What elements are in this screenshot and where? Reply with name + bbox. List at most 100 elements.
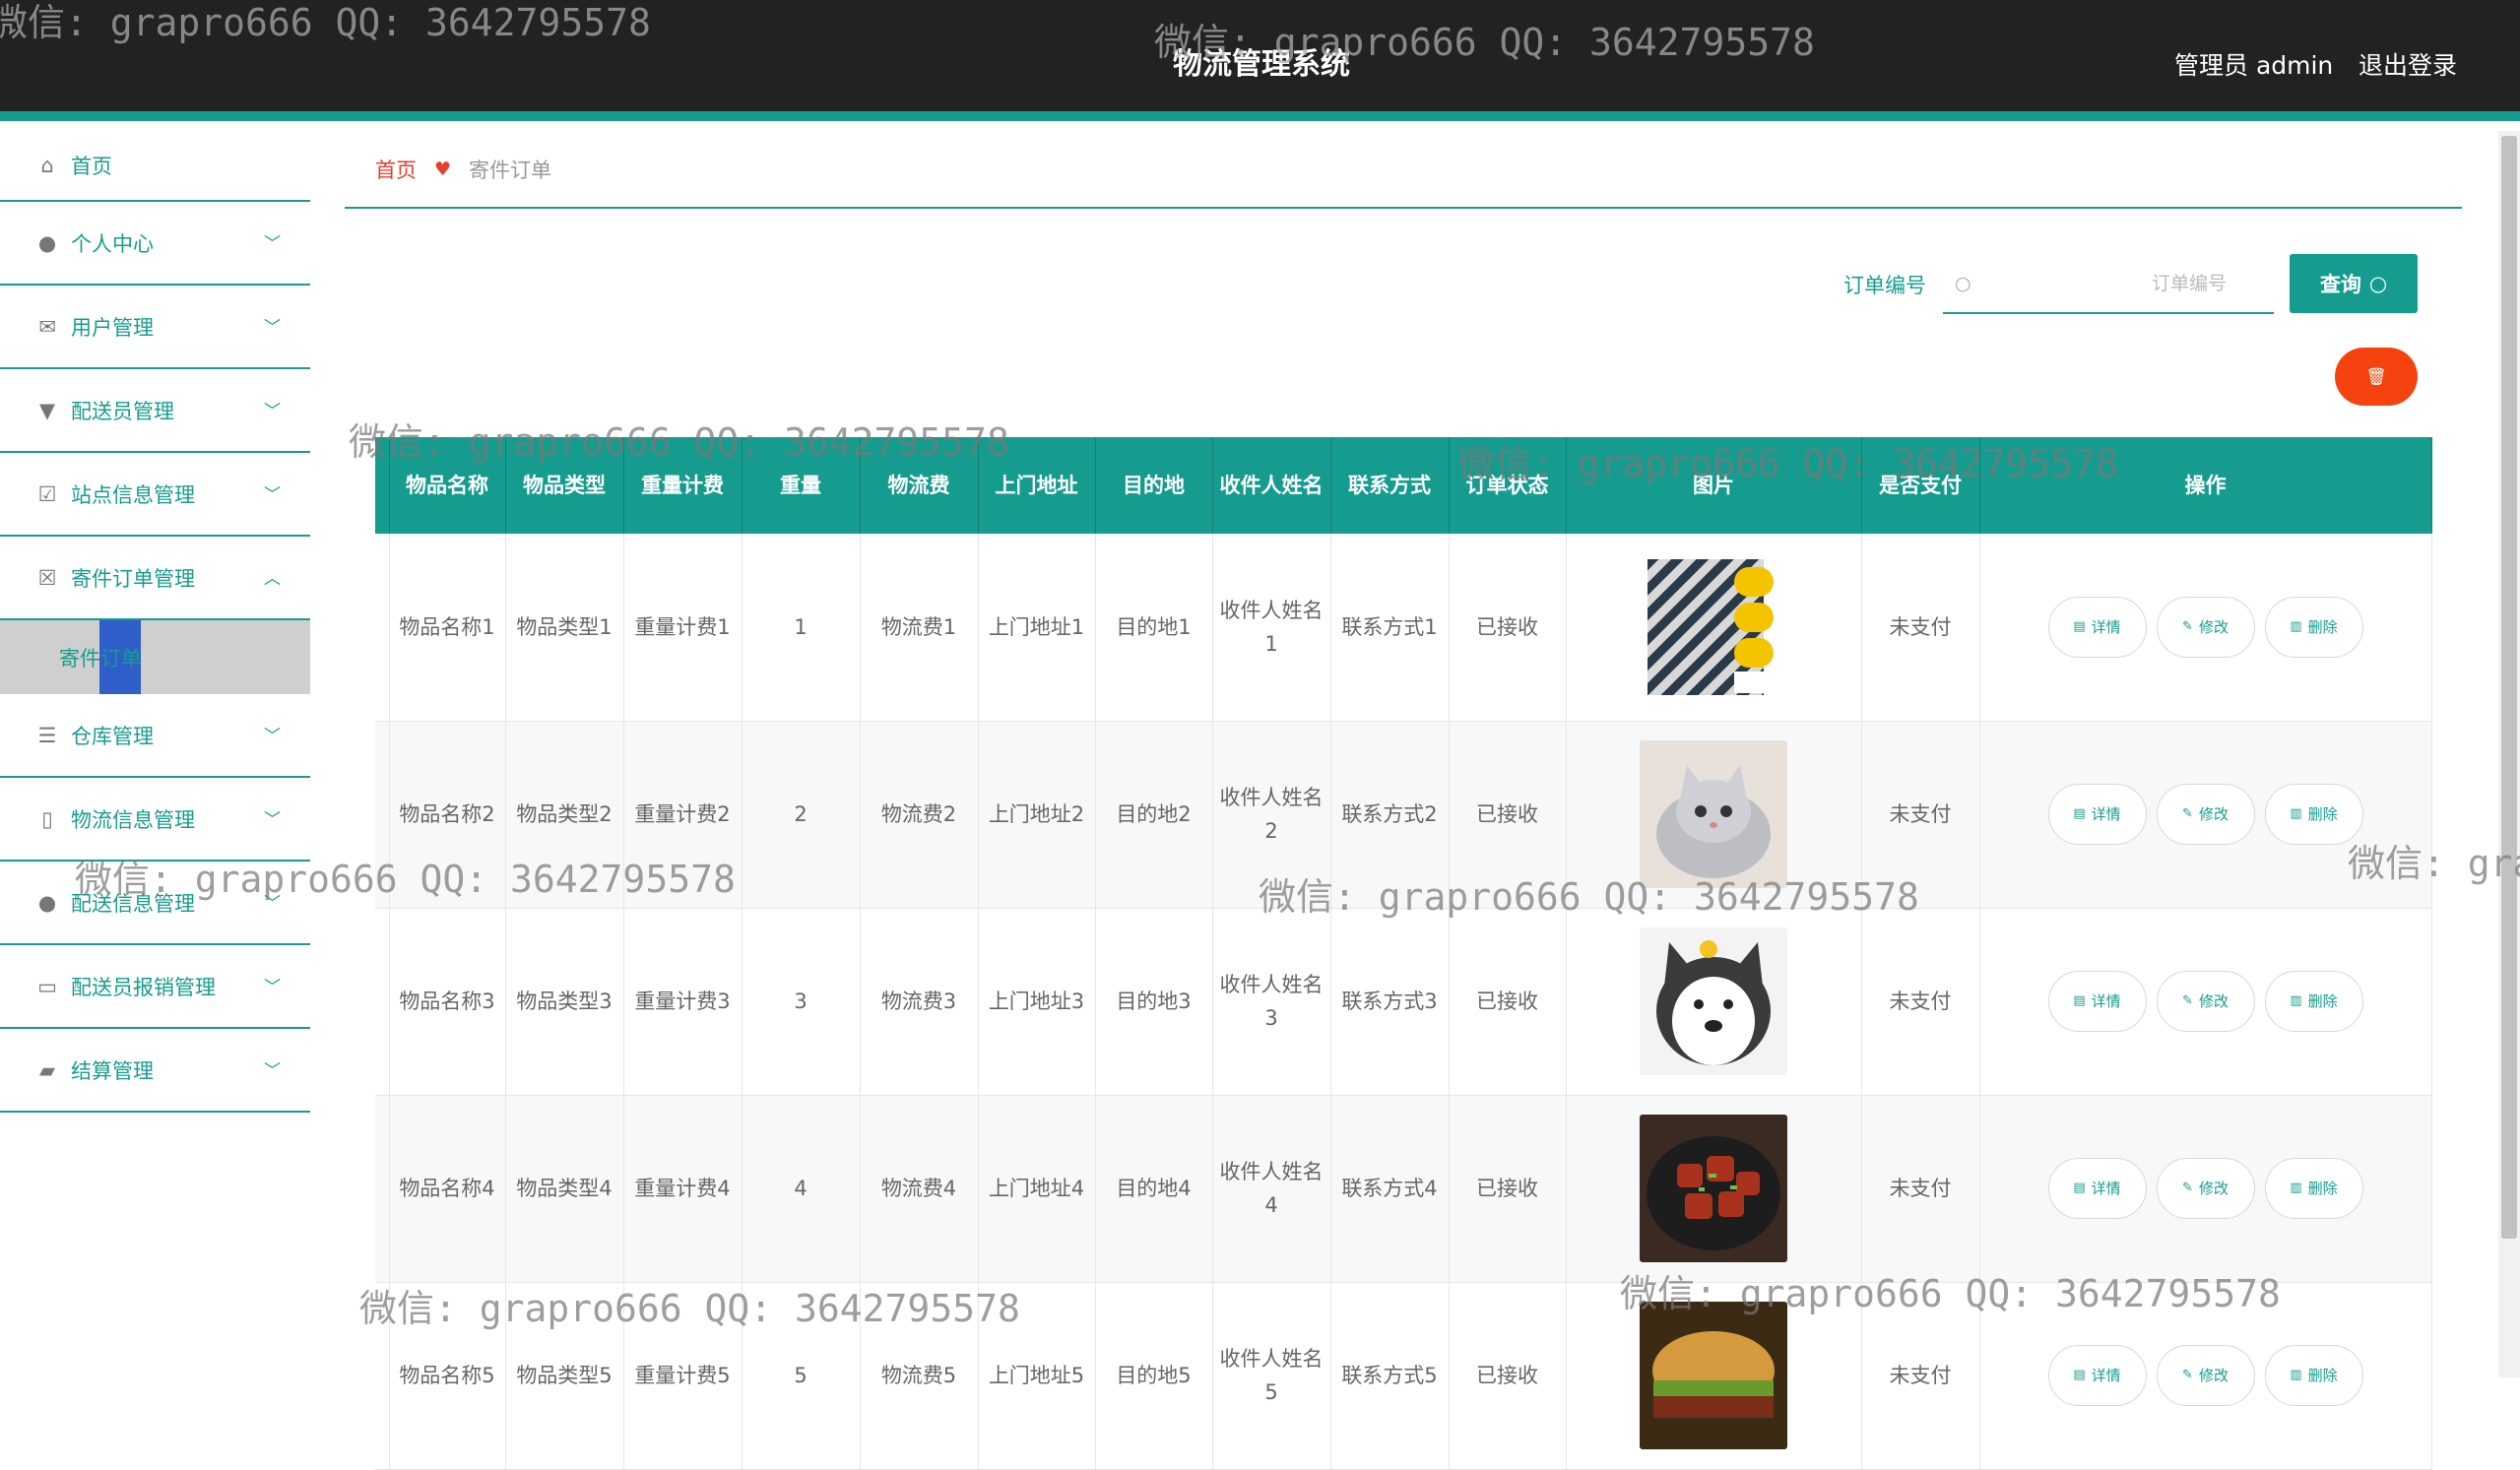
sidebar-item-home[interactable]: ⌂ 首页 <box>0 131 310 202</box>
book-cover[interactable] <box>1640 553 1787 701</box>
column-header: 重量计费 <box>623 437 743 534</box>
sidebar-item-logistics-info[interactable]: ▯ 物流信息管理 ﹀ <box>0 778 310 862</box>
table-row: 物品名称2 物品类型2 重量计费2 2 物流费2 上门地址2 目的地2 收件人姓名2 联系方式2… <box>375 721 2432 909</box>
detail-button[interactable]: ▤ 详情 <box>2047 784 2147 845</box>
edit-button-label: 修改 <box>2198 1367 2229 1384</box>
sidebar-item-delivery-info[interactable]: ● 配送信息管理 ﹀ <box>0 862 310 945</box>
delete-button[interactable]: ▥ 删除 <box>2264 1158 2363 1219</box>
chevron-down-icon: ﹀ <box>264 234 281 254</box>
cell-weight-fee: 重量计费3 <box>623 908 743 1096</box>
row-checkbox-cell <box>375 534 390 722</box>
clipboard-icon: ☒ <box>37 565 57 590</box>
braised-pork-photo[interactable] <box>1640 1115 1787 1262</box>
cell-status: 已接收 <box>1449 1282 1567 1470</box>
edit-button-label: 修改 <box>2198 992 2229 1010</box>
sidebar-item-label: 物流信息管理 <box>71 807 195 832</box>
detail-button-label: 详情 <box>2091 805 2121 823</box>
cell-paid: 未支付 <box>1861 908 1980 1096</box>
logout-link[interactable]: 退出登录 <box>2358 46 2457 82</box>
home-icon: ⌂ <box>40 154 54 177</box>
cell-actions: ▤ 详情 ✎ 修改 ▥ 删除 <box>1979 1282 2432 1470</box>
column-header: 联系方式 <box>1330 437 1450 534</box>
cell-logistics-fee: 物流费2 <box>860 721 979 909</box>
pencil-icon: ✎ <box>2182 618 2193 634</box>
delete-button[interactable]: ▥ 删除 <box>2264 971 2363 1032</box>
cell-destination: 目的地2 <box>1095 721 1213 909</box>
table-row: 物品名称5 物品类型5 重量计费5 5 物流费5 上门地址5 目的地5 收件人姓名5 联系方式5… <box>375 1282 2432 1470</box>
heart-separator-icon: ♥ <box>434 158 452 180</box>
admin-label: 管理员 admin <box>2174 51 2334 80</box>
dog-photo[interactable] <box>1640 927 1787 1075</box>
order-number-input[interactable] <box>1978 273 2264 294</box>
cell-weight: 1 <box>742 534 861 722</box>
cell-contact: 联系方式4 <box>1330 1095 1450 1283</box>
column-header: 物品名称 <box>389 437 506 534</box>
detail-button[interactable]: ▤ 详情 <box>2047 596 2147 658</box>
chevron-down-icon: ﹀ <box>264 485 281 505</box>
main-content: 订单编号 ○ 查询 ○ 🗑 物品名称 物品类型 重量计费 重量 物流费 上门地址… <box>345 219 2462 1470</box>
cell-receiver: 收件人姓名1 <box>1212 534 1331 722</box>
cell-paid: 未支付 <box>1861 534 1980 722</box>
sidebar-item-warehouse[interactable]: ☰ 仓库管理 ﹀ <box>0 694 310 778</box>
shield-icon: ▼ <box>38 398 56 422</box>
sidebar-subitem-orders-active[interactable]: 寄件订单 <box>0 620 310 694</box>
delete-button[interactable]: ▥ 删除 <box>2264 1345 2363 1406</box>
cell-item-name: 物品名称5 <box>389 1282 506 1470</box>
sidebar-item-station-info[interactable]: ☑ 站点信息管理 ﹀ <box>0 453 310 537</box>
edit-button[interactable]: ✎ 修改 <box>2156 596 2255 658</box>
cell-status: 已接收 <box>1449 1095 1567 1283</box>
breadcrumb-home-link[interactable]: 首页 <box>375 155 417 184</box>
cell-status: 已接收 <box>1449 908 1567 1096</box>
kitten-photo[interactable] <box>1640 740 1787 888</box>
sidebar-item-user-management[interactable]: ✉ 用户管理 ﹀ <box>0 286 310 369</box>
sidebar-item-personal-center[interactable]: ● 个人中心 ﹀ <box>0 202 310 286</box>
chevron-down-icon: ﹀ <box>264 1061 281 1081</box>
user-icon: ● <box>37 230 57 255</box>
sidebar-item-order-management[interactable]: ☒ 寄件订单管理 ︿ <box>0 537 310 620</box>
trash-icon: ▥ <box>2290 806 2302 821</box>
edit-button[interactable]: ✎ 修改 <box>2156 1158 2255 1219</box>
trash-icon: ▥ <box>2290 618 2302 634</box>
pencil-icon: ✎ <box>2182 1368 2193 1382</box>
table-row: 物品名称1 物品类型1 重量计费1 1 物流费1 上门地址1 目的地1 收件人姓名1 联系方式1… <box>375 534 2432 722</box>
cell-status: 已接收 <box>1449 534 1567 722</box>
chevron-down-icon: ﹀ <box>264 318 281 338</box>
burger-photo[interactable] <box>1640 1302 1787 1449</box>
edit-button[interactable]: ✎ 修改 <box>2156 1345 2255 1406</box>
sidebar-item-label: 配送信息管理 <box>71 891 195 916</box>
list-icon: ☰ <box>37 723 57 747</box>
wallet-icon: ▰ <box>38 1057 56 1082</box>
delete-button-label: 删除 <box>2307 1180 2338 1197</box>
chart-icon: ☑ <box>37 481 57 506</box>
delete-button[interactable]: ▥ 删除 <box>2264 784 2363 845</box>
detail-button[interactable]: ▤ 详情 <box>2047 1158 2147 1219</box>
pencil-icon: ✎ <box>2182 806 2193 821</box>
edit-button[interactable]: ✎ 修改 <box>2156 971 2255 1032</box>
detail-button[interactable]: ▤ 详情 <box>2047 1345 2147 1406</box>
sidebar-subitem-orders[interactable]: 寄件订单 <box>0 620 310 694</box>
cell-logistics-fee: 物流费4 <box>860 1095 979 1283</box>
edit-button[interactable]: ✎ 修改 <box>2156 784 2255 845</box>
sidebar-item-courier-reimbursement[interactable]: ▭ 配送员报销管理 ﹀ <box>0 945 310 1029</box>
cell-weight-fee: 重量计费1 <box>623 534 743 722</box>
detail-button-label: 详情 <box>2091 992 2121 1010</box>
cell-receiver: 收件人姓名4 <box>1212 1095 1331 1283</box>
cell-item-type: 物品类型5 <box>505 1282 624 1470</box>
cell-actions: ▤ 详情 ✎ 修改 ▥ 删除 <box>1979 908 2432 1096</box>
edit-button-label: 修改 <box>2198 617 2229 636</box>
query-button[interactable]: 查询 ○ <box>2290 254 2418 313</box>
sidebar: ⌂ 首页 ● 个人中心 ﹀ ✉ 用户管理 ﹀ ▼ 配送员管理 ﹀ ☑ 站点信息管… <box>0 131 310 1377</box>
sidebar-item-courier-management[interactable]: ▼ 配送员管理 ﹀ <box>0 369 310 453</box>
delete-button[interactable]: ▥ 删除 <box>2264 596 2363 658</box>
cell-item-name: 物品名称1 <box>389 534 506 722</box>
edit-button-label: 修改 <box>2198 805 2229 823</box>
cell-contact: 联系方式5 <box>1330 1282 1450 1470</box>
detail-button[interactable]: ▤ 详情 <box>2047 971 2147 1032</box>
document-icon: ▤ <box>2073 1368 2086 1382</box>
sidebar-item-settlement[interactable]: ▰ 结算管理 ﹀ <box>0 1029 310 1113</box>
sidebar-item-label: 用户管理 <box>71 315 154 340</box>
batch-delete-button[interactable]: 🗑 <box>2335 348 2418 406</box>
chevron-down-icon: ﹀ <box>264 894 281 914</box>
document-icon: ▤ <box>2073 618 2086 634</box>
scrollbar-thumb[interactable] <box>2501 136 2517 1239</box>
